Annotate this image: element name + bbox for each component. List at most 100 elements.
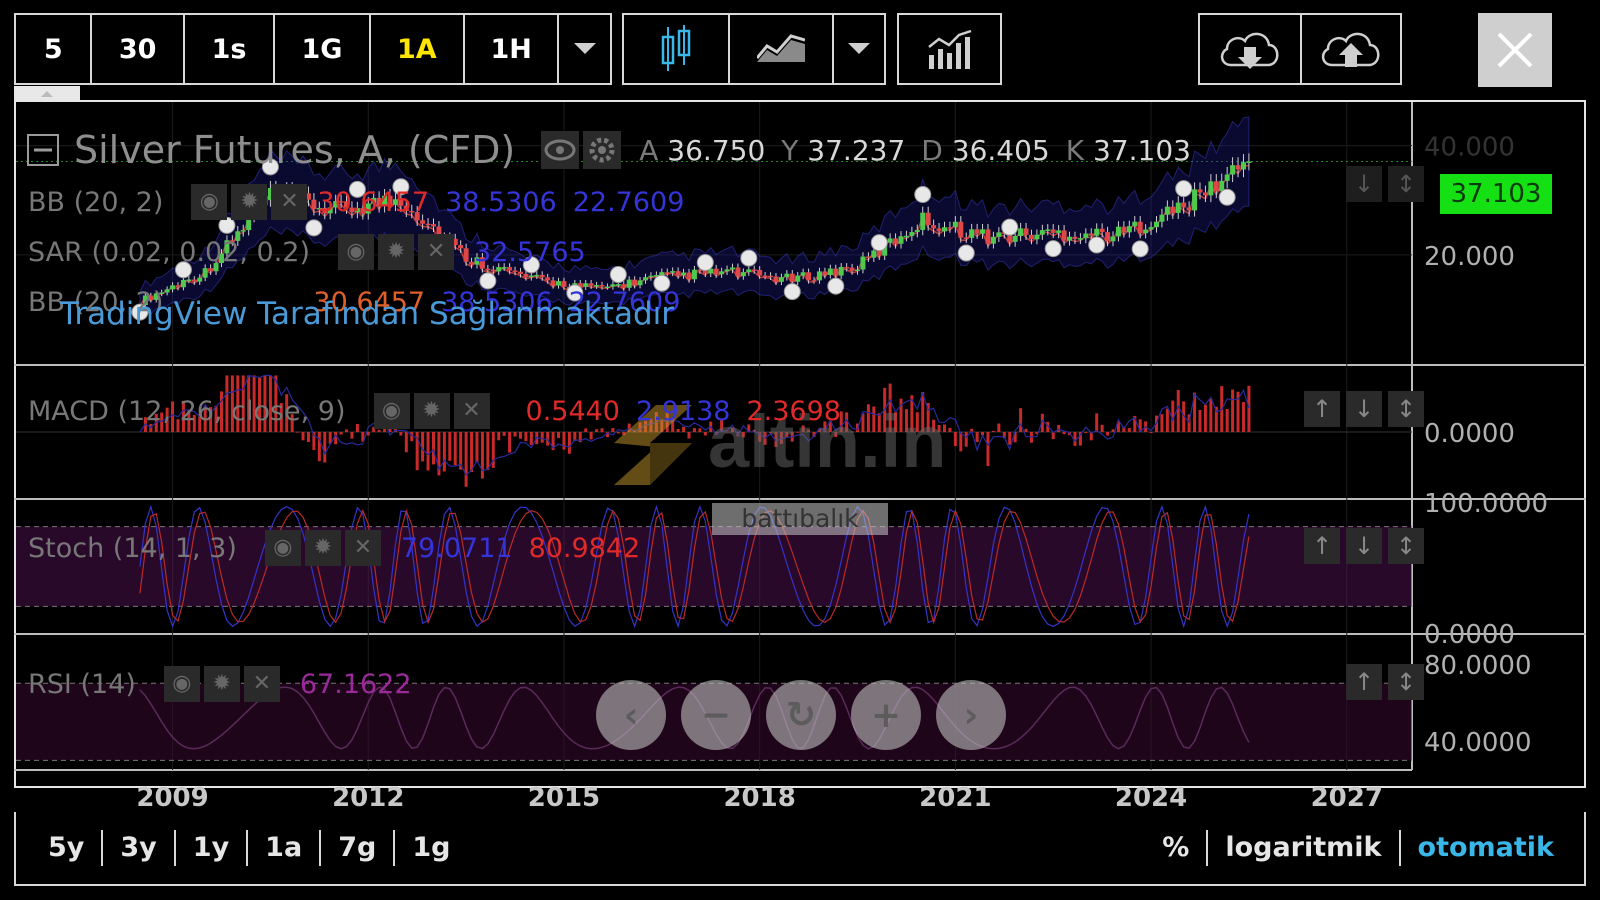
candle-body	[1072, 236, 1078, 240]
range-7g[interactable]: 7g	[321, 830, 396, 866]
candle-body	[681, 272, 687, 276]
remove-icon[interactable]: ✕	[453, 393, 490, 429]
eye-icon[interactable]: ◉	[264, 530, 301, 566]
candle-body	[963, 237, 969, 240]
rsi-controls[interactable]: ◉ ✹ ✕	[163, 666, 280, 702]
macd-histogram-bar	[1057, 425, 1061, 432]
macd-histogram-bar	[1100, 424, 1104, 432]
bb1-value-3: 22.7609	[572, 186, 685, 218]
stoch-pane-arrows: ↑ ↓ ↕	[1304, 528, 1424, 564]
macd-histogram-bar	[404, 432, 408, 453]
price-tick-label: 20.000	[1424, 242, 1515, 272]
macd-histogram-bar	[589, 432, 593, 440]
candle-body	[1213, 181, 1219, 192]
reset-button[interactable]: ↻	[766, 680, 836, 750]
candle-body	[1175, 202, 1181, 213]
collapse-icon[interactable]	[26, 133, 60, 167]
range-bar: 5y 3y 1y 1a 7g 1g % logaritmik otomatik	[14, 812, 1586, 886]
gear-icon[interactable]	[583, 131, 622, 169]
macd-label: MACD (12, 26, close, 9)	[28, 395, 346, 427]
range-3y[interactable]: 3y	[103, 830, 176, 866]
candle-body	[871, 250, 877, 258]
move-updown-icon[interactable]: ↕	[1388, 166, 1424, 202]
candle-body	[1159, 214, 1165, 222]
macd-histogram-bar	[557, 432, 561, 439]
gear-icon[interactable]: ✹	[231, 184, 268, 220]
move-up-icon[interactable]: ↑	[1304, 528, 1340, 564]
move-down-icon[interactable]: ↓	[1346, 166, 1382, 202]
candle-body	[523, 273, 529, 278]
candle-body	[1083, 233, 1089, 239]
remove-icon[interactable]: ✕	[243, 666, 280, 702]
sar-value-1: 32.5765	[474, 236, 586, 268]
sar-dot	[609, 266, 627, 284]
macd-histogram-bar	[1084, 432, 1088, 433]
zoom-out-button[interactable]: −	[681, 680, 751, 750]
macd-histogram-bar	[513, 432, 517, 437]
candle-body	[1164, 206, 1170, 215]
bb1-controls[interactable]: ◉ ✹ ✕	[191, 184, 308, 220]
range-5y[interactable]: 5y	[16, 830, 104, 866]
move-down-icon[interactable]: ↓	[1346, 391, 1382, 427]
eye-icon[interactable]: ◉	[338, 234, 375, 270]
candle-body	[947, 227, 953, 229]
macd-histogram-bar	[339, 432, 343, 435]
minus-icon: −	[700, 694, 732, 736]
bb1-label: BB (20, 2)	[28, 186, 164, 218]
candle-body	[816, 271, 822, 281]
gear-icon[interactable]: ✹	[378, 234, 415, 270]
move-updown-icon[interactable]: ↕	[1388, 391, 1424, 427]
data-credit[interactable]: TradingView Tarafından Sağlanmaktadır	[60, 296, 674, 332]
gear-icon[interactable]: ✹	[203, 666, 240, 702]
remove-icon[interactable]: ✕	[344, 530, 381, 566]
macd-histogram-bar	[317, 432, 321, 462]
candle-body	[1137, 221, 1143, 234]
sar-dot	[827, 277, 845, 295]
eye-icon[interactable]: ◉	[163, 666, 200, 702]
move-down-icon[interactable]: ↓	[1346, 528, 1382, 564]
remove-icon[interactable]: ✕	[271, 184, 308, 220]
candle-body	[643, 277, 649, 281]
scroll-left-button[interactable]: ‹	[596, 680, 666, 750]
range-1a[interactable]: 1a	[248, 830, 322, 866]
scroll-right-button[interactable]: ›	[936, 680, 1006, 750]
gear-icon[interactable]: ✹	[304, 530, 341, 566]
macd-histogram-bar	[1149, 432, 1153, 433]
move-updown-icon[interactable]: ↕	[1388, 528, 1424, 564]
stoch-controls[interactable]: ◉ ✹ ✕	[264, 530, 381, 566]
macd-histogram-bar	[296, 431, 300, 433]
candle-body	[844, 266, 850, 269]
move-up-icon[interactable]: ↑	[1304, 391, 1340, 427]
range-1y[interactable]: 1y	[176, 830, 249, 866]
auto-toggle[interactable]: otomatik	[1401, 830, 1584, 866]
gear-icon[interactable]: ✹	[413, 393, 450, 429]
candle-body	[1197, 189, 1203, 193]
candle-body	[903, 235, 909, 238]
percent-toggle[interactable]: %	[1145, 830, 1209, 866]
macd-histogram-bar	[1160, 414, 1164, 432]
range-1g[interactable]: 1g	[395, 830, 467, 866]
sar-dot	[1001, 218, 1019, 236]
eye-icon[interactable]: ◉	[191, 184, 228, 220]
time-tick-label: 2021	[919, 783, 991, 813]
eye-icon[interactable]	[541, 131, 580, 169]
sar-controls[interactable]: ◉ ✹ ✕	[338, 234, 455, 270]
candle-body	[735, 267, 741, 277]
move-up-icon[interactable]: ↑	[1346, 664, 1382, 700]
candle-body	[990, 236, 996, 244]
macd-histogram-bar	[1165, 408, 1169, 432]
bb1-value-1: 30.6457	[317, 186, 430, 218]
candle-body	[855, 269, 861, 272]
remove-icon[interactable]: ✕	[418, 234, 455, 270]
log-toggle[interactable]: logaritmik	[1208, 830, 1401, 866]
candle-body	[1045, 229, 1051, 231]
macd-controls[interactable]: ◉ ✹ ✕	[373, 393, 490, 429]
zoom-in-button[interactable]: +	[851, 680, 921, 750]
candle-body	[1235, 165, 1241, 170]
move-updown-icon[interactable]: ↕	[1388, 664, 1424, 700]
candle-body	[425, 223, 431, 226]
candle-body	[1115, 226, 1121, 237]
time-tick-label: 2009	[136, 783, 208, 813]
series-title: Silver Futures, A, (CFD)	[74, 128, 516, 172]
eye-icon[interactable]: ◉	[373, 393, 410, 429]
